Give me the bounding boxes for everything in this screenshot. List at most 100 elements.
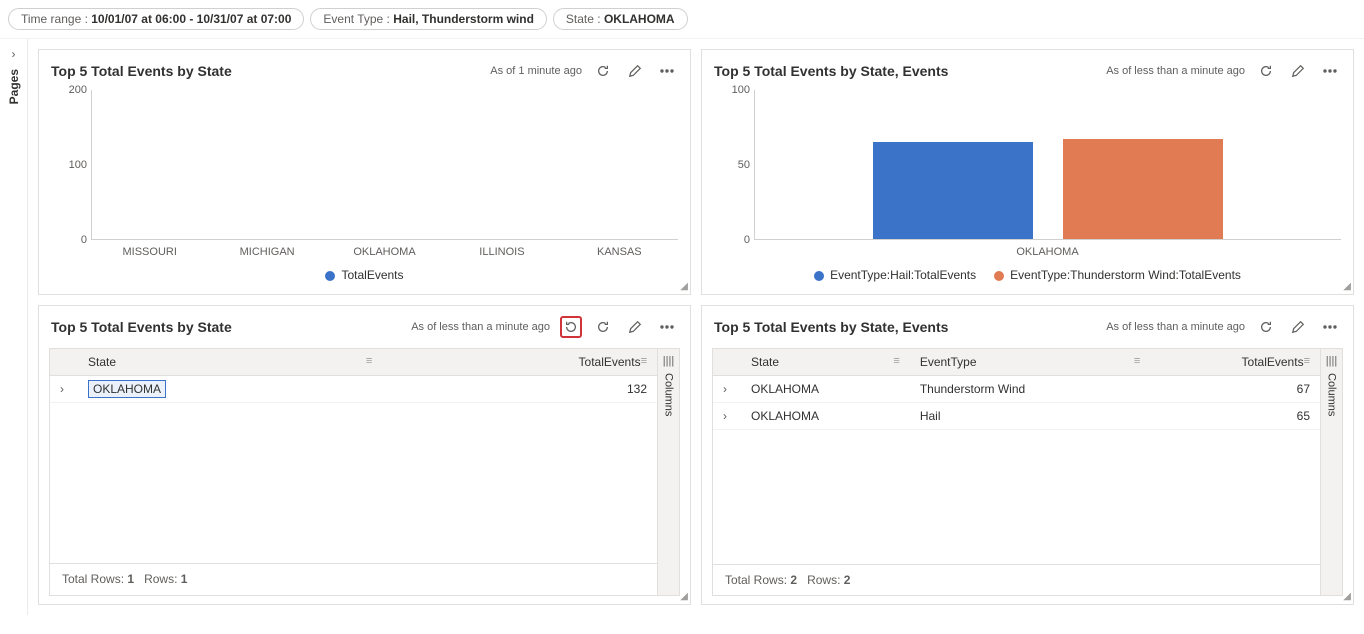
table-row[interactable]: ›OKLAHOMA132: [50, 376, 657, 403]
panel-title: Top 5 Total Events by State: [51, 319, 411, 335]
panel-title: Top 5 Total Events by State, Events: [714, 63, 1106, 79]
table-footer: Total Rows: 1 Rows: 1: [50, 563, 657, 594]
col-eventtype[interactable]: EventType ≡: [910, 349, 1150, 376]
footer-label: Rows:: [144, 572, 177, 586]
table-row[interactable]: ›OKLAHOMAHail65: [713, 403, 1320, 430]
xlabel: ILLINOIS: [443, 240, 560, 258]
resize-handle-icon[interactable]: ◢: [1343, 281, 1351, 292]
bar[interactable]: [1063, 139, 1223, 239]
columns-toggle[interactable]: |||| Columns: [657, 349, 679, 595]
panel-title: Top 5 Total Events by State, Events: [714, 319, 1106, 335]
cell-state[interactable]: OKLAHOMA: [78, 376, 382, 403]
legend-label: EventType:Thunderstorm Wind:TotalEvents: [1010, 268, 1241, 282]
legend-item: EventType:Hail:TotalEvents: [814, 268, 976, 282]
filter-label: State :: [566, 12, 604, 26]
ytick: 200: [51, 84, 87, 96]
cell-eventtype[interactable]: Hail: [910, 403, 1150, 430]
legend-label: EventType:Hail:TotalEvents: [830, 268, 976, 282]
chart-area: 0 50 100 OKLAHOMA EventType:Hail:TotalEv…: [702, 86, 1353, 294]
refresh-icon[interactable]: [1255, 60, 1277, 82]
filter-event-type[interactable]: Event Type : Hail, Thunderstorm wind: [310, 8, 547, 30]
data-table: State ≡ EventType ≡ TotalEvents ≡ ›OKLAHOM…: [713, 349, 1320, 430]
more-icon[interactable]: [1319, 60, 1341, 82]
xlabel: OKLAHOMA: [754, 240, 1341, 258]
footer-value: 2: [790, 573, 797, 587]
refresh-icon[interactable]: [1255, 316, 1277, 338]
col-totalevents[interactable]: TotalEvents ≡: [1150, 349, 1320, 376]
pages-label: Pages: [7, 69, 21, 104]
expand-icon[interactable]: ›: [713, 403, 741, 430]
col-expand: [50, 349, 78, 376]
footer-value: 1: [127, 572, 134, 586]
columns-label: Columns: [1326, 373, 1338, 416]
panel-table-state-events: Top 5 Total Events by State, Events As o…: [701, 305, 1354, 605]
legend-item: TotalEvents: [325, 268, 403, 282]
xlabel: KANSAS: [561, 240, 678, 258]
expand-icon[interactable]: ›: [713, 376, 741, 403]
expand-icon[interactable]: ›: [50, 376, 78, 403]
ytick: 100: [714, 84, 750, 96]
data-table: State ≡ TotalEvents ≡ ›OKLAHOMA132: [50, 349, 657, 403]
cell-eventtype[interactable]: Thunderstorm Wind: [910, 376, 1150, 403]
more-icon[interactable]: [1319, 316, 1341, 338]
column-menu-icon[interactable]: ≡: [641, 355, 647, 367]
footer-label: Total Rows:: [725, 573, 787, 587]
filter-label: Event Type :: [323, 12, 393, 26]
col-label: State: [751, 355, 779, 369]
chevron-right-icon[interactable]: ›: [12, 47, 16, 61]
col-label: TotalEvents: [579, 355, 641, 369]
col-label: EventType: [920, 355, 977, 369]
edit-icon[interactable]: [624, 316, 646, 338]
cell-state[interactable]: OKLAHOMA: [741, 376, 910, 403]
pages-sidebar[interactable]: › Pages: [0, 39, 28, 615]
edit-icon[interactable]: [1287, 316, 1309, 338]
column-menu-icon[interactable]: ≡: [893, 355, 899, 367]
panel-table-states: Top 5 Total Events by State As of less t…: [38, 305, 691, 605]
resize-handle-icon[interactable]: ◢: [1343, 591, 1351, 602]
col-state[interactable]: State ≡: [741, 349, 910, 376]
xlabel: OKLAHOMA: [326, 240, 443, 258]
panel-title: Top 5 Total Events by State: [51, 63, 490, 79]
bar[interactable]: [873, 142, 1033, 239]
filter-value: Hail, Thunderstorm wind: [393, 12, 534, 26]
panel-chart-states: Top 5 Total Events by State As of 1 minu…: [38, 49, 691, 295]
col-label: State: [88, 355, 116, 369]
column-menu-icon[interactable]: ≡: [1304, 355, 1310, 367]
filter-time-range[interactable]: Time range : 10/01/07 at 06:00 - 10/31/0…: [8, 8, 304, 30]
cell-state[interactable]: OKLAHOMA: [741, 403, 910, 430]
edit-icon[interactable]: [624, 60, 646, 82]
asof-text: As of less than a minute ago: [1106, 65, 1245, 77]
column-menu-icon[interactable]: ≡: [366, 355, 372, 367]
legend-label: TotalEvents: [341, 268, 403, 282]
panel-chart-state-events: Top 5 Total Events by State, Events As o…: [701, 49, 1354, 295]
filter-state[interactable]: State : OKLAHOMA: [553, 8, 688, 30]
ytick: 0: [51, 234, 87, 246]
cell-total[interactable]: 132: [382, 376, 657, 403]
refresh-icon[interactable]: [592, 316, 614, 338]
undo-icon[interactable]: [560, 316, 582, 338]
cell-total[interactable]: 67: [1150, 376, 1320, 403]
more-icon[interactable]: [656, 60, 678, 82]
filter-value: 10/01/07 at 06:00 - 10/31/07 at 07:00: [91, 12, 291, 26]
resize-handle-icon[interactable]: ◢: [680, 591, 688, 602]
columns-icon: ||||: [1326, 355, 1337, 367]
legend-swatch-icon: [325, 271, 335, 281]
filter-bar: Time range : 10/01/07 at 06:00 - 10/31/0…: [0, 0, 1364, 39]
columns-toggle[interactable]: |||| Columns: [1320, 349, 1342, 595]
more-icon[interactable]: [656, 316, 678, 338]
footer-label: Total Rows:: [62, 572, 124, 586]
resize-handle-icon[interactable]: ◢: [680, 281, 688, 292]
footer-label: Rows:: [807, 573, 840, 587]
asof-text: As of less than a minute ago: [1106, 321, 1245, 333]
column-menu-icon[interactable]: ≡: [1134, 355, 1140, 367]
edit-icon[interactable]: [1287, 60, 1309, 82]
ytick: 50: [714, 159, 750, 171]
table-row[interactable]: ›OKLAHOMAThunderstorm Wind67: [713, 376, 1320, 403]
col-expand: [713, 349, 741, 376]
filter-label: Time range :: [21, 12, 91, 26]
col-state[interactable]: State ≡: [78, 349, 382, 376]
cell-total[interactable]: 65: [1150, 403, 1320, 430]
ytick: 100: [51, 159, 87, 171]
col-totalevents[interactable]: TotalEvents ≡: [382, 349, 657, 376]
refresh-icon[interactable]: [592, 60, 614, 82]
